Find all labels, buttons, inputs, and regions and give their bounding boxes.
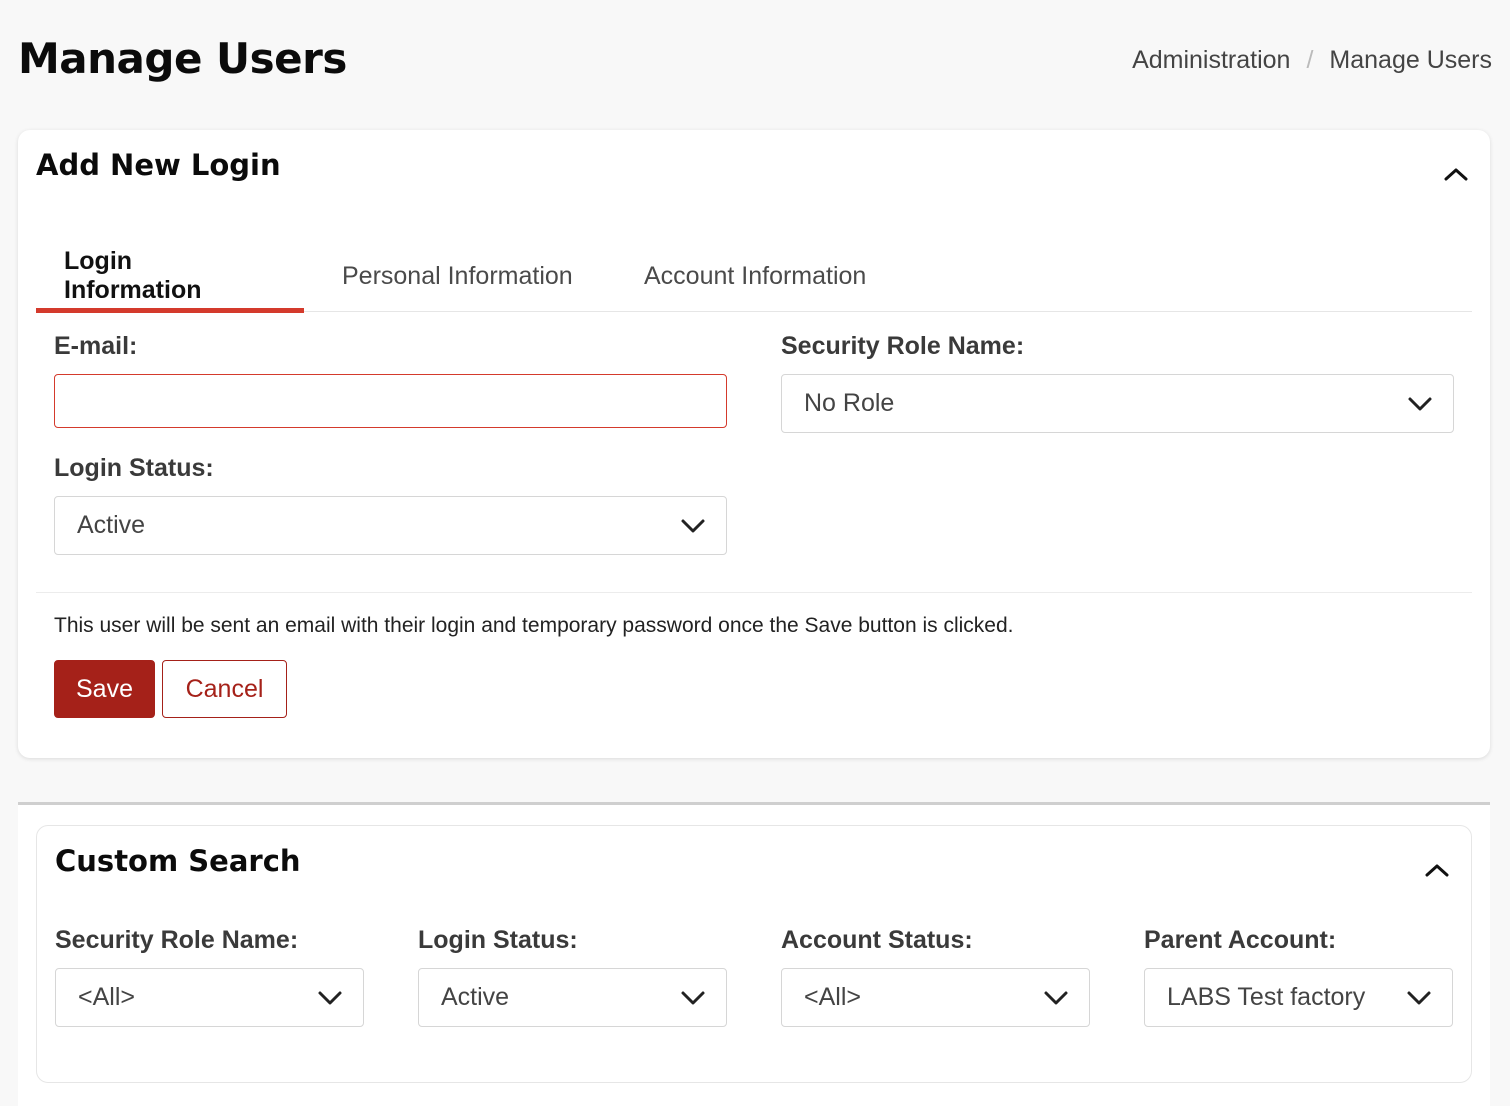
chevron-down-icon [681, 991, 705, 1004]
security-role-value: No Role [804, 389, 895, 417]
security-role-label: Security Role Name: [781, 332, 1025, 360]
save-button[interactable]: Save [54, 660, 155, 718]
breadcrumb-item-administration[interactable]: Administration [1132, 46, 1290, 75]
filter-parent-account-select[interactable]: LABS Test factory [1144, 968, 1453, 1027]
custom-search-title: Custom Search [55, 844, 301, 878]
login-status-label: Login Status: [54, 454, 214, 482]
filter-parent-account-value: LABS Test factory [1167, 983, 1366, 1011]
filter-login-status-label: Login Status: [418, 926, 578, 954]
filter-account-status-select[interactable]: <All> [781, 968, 1090, 1027]
login-tabs: Login Information Personal Information A… [36, 240, 1472, 313]
chevron-down-icon [1044, 991, 1068, 1004]
filter-login-status-value: Active [441, 983, 510, 1011]
form-divider [36, 592, 1472, 593]
filter-security-role-select[interactable]: <All> [55, 968, 364, 1027]
chevron-down-icon [1407, 991, 1431, 1004]
login-status-value: Active [77, 511, 146, 539]
filter-account-status-label: Account Status: [781, 926, 973, 954]
breadcrumb-separator: / [1306, 46, 1314, 74]
login-status-select[interactable]: Active [54, 496, 727, 555]
chevron-down-icon [681, 519, 705, 532]
chevron-down-icon [318, 991, 342, 1004]
add-new-login-card: Add New Login Login Information Personal… [18, 130, 1490, 758]
breadcrumb-item-manage-users: Manage Users [1329, 46, 1492, 74]
tab-account-information[interactable]: Account Information [616, 240, 936, 312]
save-notice: This user will be sent an email with the… [54, 614, 1014, 637]
chevron-up-icon [1425, 864, 1449, 877]
filter-parent-account-label: Parent Account: [1144, 926, 1337, 954]
chevron-down-icon [1408, 397, 1432, 410]
breadcrumb: Administration / Manage Users [1132, 46, 1492, 75]
filter-login-status-select[interactable]: Active [418, 968, 727, 1027]
custom-search-card: Custom Search Security Role Name: <All> … [36, 825, 1472, 1083]
page-header: Manage Users Administration / Manage Use… [18, 30, 1492, 90]
cancel-button[interactable]: Cancel [162, 660, 287, 718]
page-title: Manage Users [18, 34, 347, 83]
email-label: E-mail: [54, 332, 138, 360]
add-new-login-title: Add New Login [36, 148, 281, 182]
security-role-select[interactable]: No Role [781, 374, 1454, 433]
tab-personal-information[interactable]: Personal Information [304, 240, 616, 312]
tab-login-information[interactable]: Login Information [36, 240, 304, 313]
filter-security-role-value: <All> [78, 983, 135, 1011]
filter-account-status-value: <All> [804, 983, 861, 1011]
add-new-login-collapse-button[interactable] [1436, 154, 1476, 194]
custom-search-wrapper: Custom Search Security Role Name: <All> … [18, 802, 1490, 1106]
custom-search-collapse-button[interactable] [1417, 850, 1457, 890]
filter-security-role-label: Security Role Name: [55, 926, 299, 954]
chevron-up-icon [1444, 168, 1468, 181]
email-field[interactable] [54, 374, 727, 428]
